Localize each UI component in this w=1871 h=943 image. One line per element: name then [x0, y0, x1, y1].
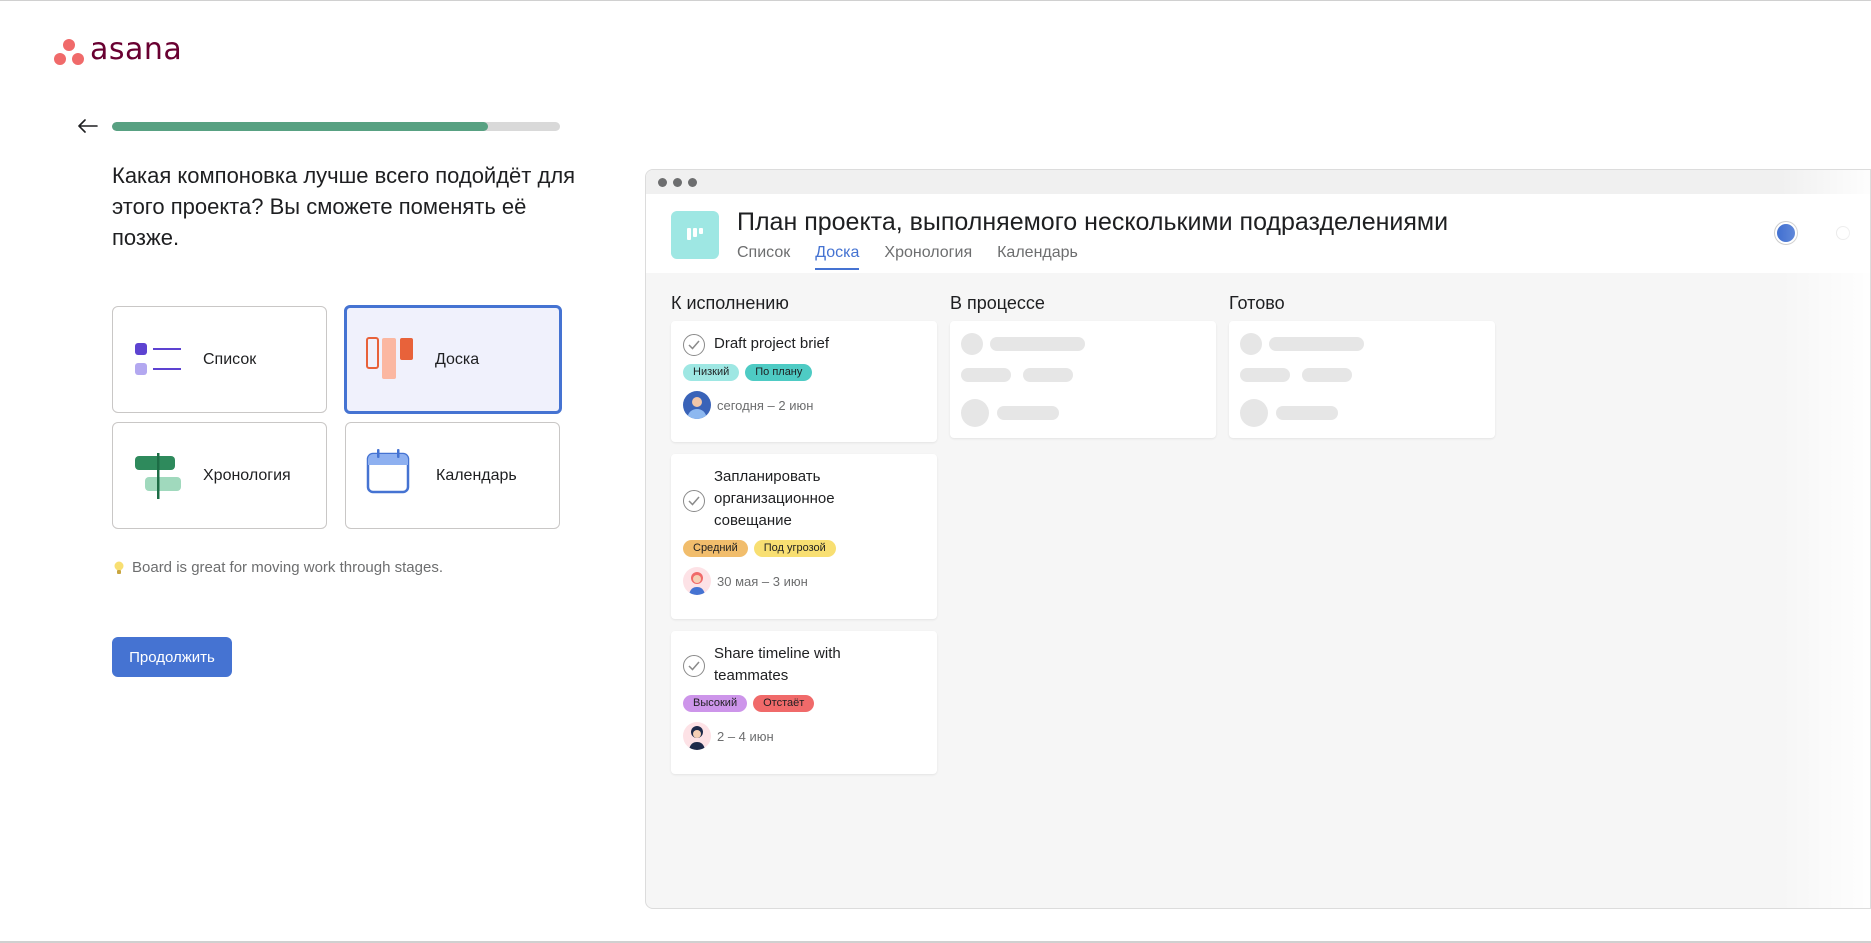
continue-button[interactable]: Продолжить: [112, 637, 232, 677]
project-header: План проекта, выполняемого несколькими п…: [646, 194, 1870, 273]
layout-option-board[interactable]: Доска: [344, 305, 562, 414]
calendar-layout-icon: [366, 449, 410, 494]
asana-wordmark: asana: [90, 32, 183, 67]
window-dot-icon: [688, 177, 697, 187]
project-board-icon: [671, 211, 719, 259]
preview-fade: [1780, 170, 1870, 908]
status-tag: Под угрозой: [753, 540, 836, 557]
asana-logo-icon: [54, 38, 84, 67]
check-circle-icon: [683, 334, 705, 356]
column-title: В процессе: [950, 293, 1045, 313]
task-card: Share timeline with teammates Высокий От…: [671, 631, 937, 774]
layout-option-label: Доска: [435, 350, 480, 368]
column-title: К исполнению: [671, 293, 789, 313]
status-tag: По плану: [745, 364, 813, 381]
tip-text: Board is great for moving work through s…: [132, 559, 443, 576]
task-date: 30 мая – 3 июн: [717, 573, 808, 589]
avatar: [683, 722, 711, 750]
layout-option-label: Календарь: [436, 466, 517, 484]
top-border: [0, 0, 1871, 1]
list-layout-icon: [135, 343, 181, 375]
priority-tag: Высокий: [683, 695, 748, 712]
question-heading: Какая компоновка лучше всего подойдёт дл…: [112, 163, 576, 250]
arrow-left-icon: [78, 119, 98, 133]
avatar: [1775, 222, 1797, 244]
priority-tag: Средний: [683, 540, 748, 557]
placeholder-card: [950, 321, 1216, 438]
timeline-layout-icon: [135, 453, 181, 499]
tab-timeline[interactable]: Хронология: [884, 244, 972, 270]
check-circle-icon: [683, 655, 705, 677]
layout-option-label: Список: [203, 350, 257, 368]
status-tag: Отстаёт: [753, 695, 815, 712]
task-card: Draft project brief Низкий По плану сего…: [671, 321, 937, 442]
board-column-done: Готово: [1229, 293, 1495, 438]
column-title: Готово: [1229, 293, 1285, 313]
window-dot-icon: [673, 177, 682, 187]
window-dot-icon: [658, 177, 667, 187]
avatar: [683, 567, 711, 595]
priority-tag: Низкий: [683, 364, 740, 381]
task-name: Share timeline with teammates: [714, 645, 841, 684]
task-date: 2 – 4 июн: [717, 728, 774, 744]
board-preview: План проекта, выполняемого несколькими п…: [645, 169, 1871, 909]
check-circle-icon: [683, 490, 705, 512]
project-title: План проекта, выполняемого несколькими п…: [737, 208, 1449, 236]
task-name: Запланировать организационное совещание: [714, 468, 835, 529]
board-column-todo: К исполнению Draft project brief Низкий …: [671, 293, 937, 786]
layout-option-calendar[interactable]: Календарь: [345, 422, 560, 529]
window-titlebar: [646, 170, 1870, 194]
tab-list[interactable]: Список: [737, 244, 790, 270]
lightbulb-icon: [114, 561, 124, 574]
task-date: сегодня – 2 июн: [717, 397, 814, 413]
avatar: [683, 391, 711, 419]
tab-calendar[interactable]: Календарь: [997, 244, 1078, 270]
layout-option-label: Хронология: [203, 466, 291, 484]
task-card: Запланировать организационное совещание …: [671, 454, 937, 619]
layout-option-list[interactable]: Список: [112, 306, 327, 413]
layout-option-timeline[interactable]: Хронология: [112, 422, 327, 529]
placeholder-card: [1229, 321, 1495, 438]
board-column-in-progress: В процессе: [950, 293, 1216, 438]
project-tabs: Список Доска Хронология Календарь: [737, 244, 1078, 270]
progress-bar-fill: [112, 122, 489, 131]
task-name: Draft project brief: [714, 335, 830, 352]
board-layout-icon: [366, 337, 413, 379]
back-button[interactable]: [76, 116, 100, 136]
asana-logo: asana: [54, 32, 182, 67]
layout-tip: Board is great for moving work through s…: [114, 559, 443, 576]
tab-board[interactable]: Доска: [815, 244, 860, 270]
search-icon: [1836, 226, 1850, 240]
progress-bar: [112, 122, 560, 131]
